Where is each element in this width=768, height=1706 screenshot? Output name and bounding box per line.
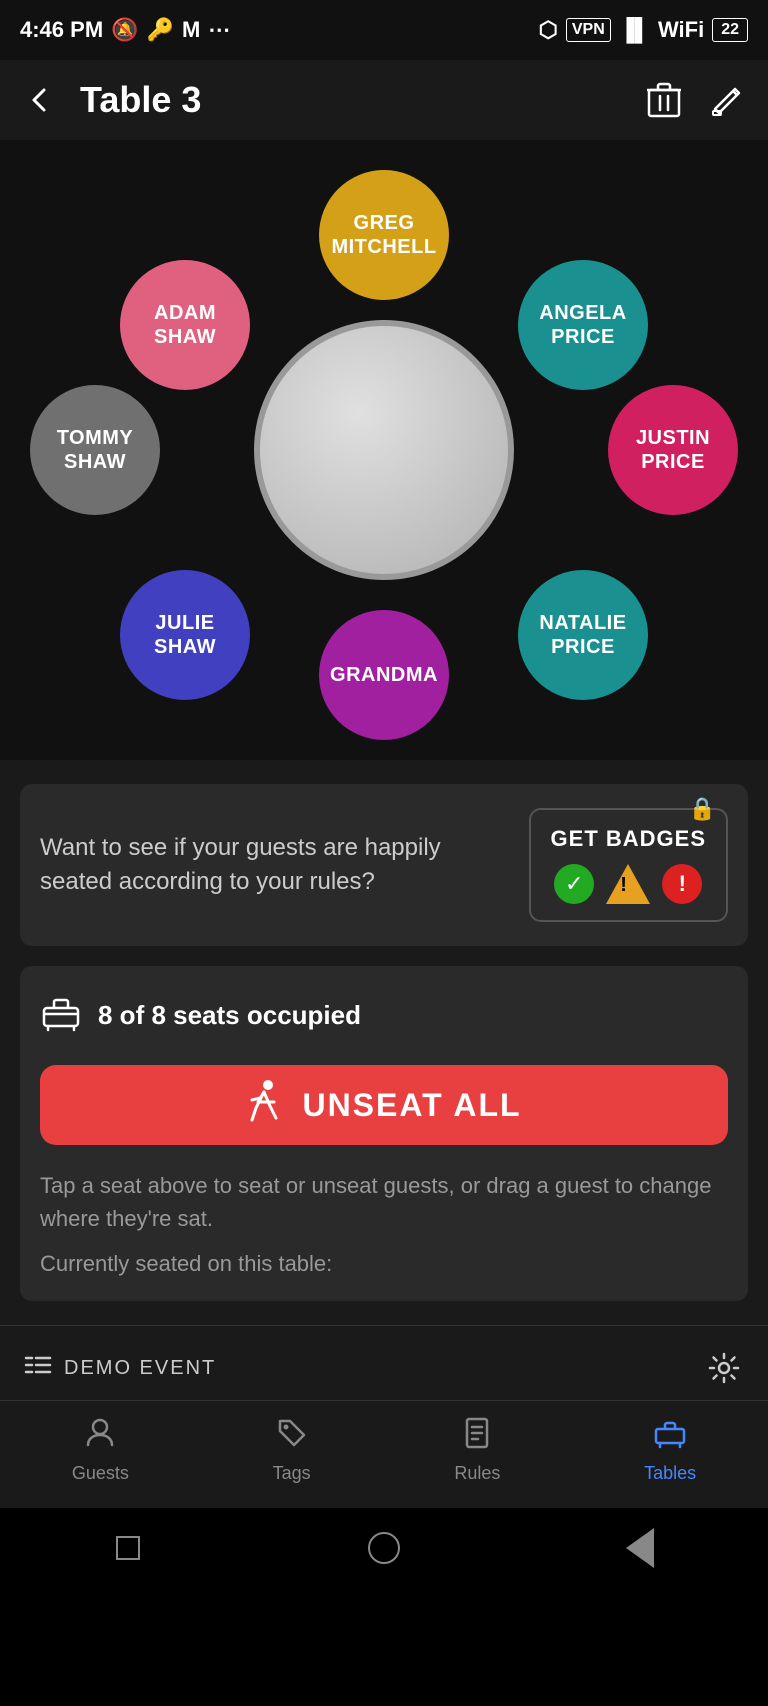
tab-rules-label: Rules xyxy=(454,1463,500,1484)
table-diagram: GREGMITCHELL ADAMSHAW ANGELAPRICE TOMMYS… xyxy=(0,140,768,760)
seat-angela-price[interactable]: ANGELAPRICE xyxy=(518,260,648,390)
warning-badge-container: ! xyxy=(606,864,650,904)
signal-icon: ▐▌ xyxy=(619,17,650,43)
unseat-all-button[interactable]: UNSEAT ALL xyxy=(40,1065,728,1145)
badges-card: Want to see if your guests are happily s… xyxy=(20,784,748,946)
header-icons xyxy=(644,80,748,120)
seat-grandma[interactable]: GRANDMA xyxy=(319,610,449,740)
walk-icon xyxy=(246,1080,282,1130)
tab-guests-label: Guests xyxy=(72,1463,129,1484)
tags-icon xyxy=(276,1417,308,1457)
back-nav-icon xyxy=(626,1528,654,1568)
event-name: DEMO EVENT xyxy=(24,1354,216,1382)
mute-icon: 🔕 xyxy=(111,17,138,43)
badges-icons: ✓ ! ! xyxy=(554,864,702,904)
tab-tables[interactable]: Tables xyxy=(624,1409,716,1492)
battery-icon: 22 xyxy=(712,18,748,42)
header: Table 3 xyxy=(0,60,768,140)
get-badges-button[interactable]: 🔒 GET BADGES ✓ ! ! xyxy=(529,808,728,922)
info-section: Want to see if your guests are happily s… xyxy=(0,760,768,1325)
vpn-badge: VPN xyxy=(566,18,611,42)
lock-icon: 🔒 xyxy=(689,796,716,822)
badges-button-label: GET BADGES xyxy=(551,826,706,852)
menu-icon: ⋯ xyxy=(208,17,230,43)
seat-greg-mitchell[interactable]: GREGMITCHELL xyxy=(319,170,449,300)
seat-natalie-price[interactable]: NATALIEPRICE xyxy=(518,570,648,700)
edit-button[interactable] xyxy=(708,80,748,120)
back-nav-button[interactable] xyxy=(615,1523,665,1573)
tab-tags[interactable]: Tags xyxy=(253,1409,331,1492)
seats-section: 8 of 8 seats occupied UNSEAT ALL Tap a s… xyxy=(20,966,748,1301)
delete-button[interactable] xyxy=(644,80,684,120)
seats-occupied-label: 8 of 8 seats occupied xyxy=(98,1000,361,1031)
event-name-label: DEMO EVENT xyxy=(64,1357,216,1380)
warning-badge: ! xyxy=(606,864,650,904)
tab-guests[interactable]: Guests xyxy=(52,1409,149,1492)
center-table xyxy=(254,320,514,580)
tab-tables-label: Tables xyxy=(644,1463,696,1484)
nav-tabs: Guests Tags Rules xyxy=(0,1401,768,1500)
guests-icon xyxy=(84,1417,116,1457)
hint-text: Tap a seat above to seat or unseat guest… xyxy=(40,1169,728,1235)
recents-icon xyxy=(116,1536,140,1560)
seat-justin-price[interactable]: JUSTINPRICE xyxy=(608,385,738,515)
list-icon xyxy=(24,1354,52,1382)
system-nav-bar xyxy=(0,1508,768,1588)
event-bar: DEMO EVENT xyxy=(0,1336,768,1401)
status-time: 4:46 PM xyxy=(20,17,103,43)
tab-tags-label: Tags xyxy=(273,1463,311,1484)
status-bar: 4:46 PM 🔕 🔑 M ⋯ ⬡ VPN ▐▌ WiFi 22 xyxy=(0,0,768,60)
seated-on-table-text: Currently seated on this table: xyxy=(40,1251,728,1277)
tab-rules[interactable]: Rules xyxy=(434,1409,520,1492)
settings-button[interactable] xyxy=(704,1348,744,1388)
seats-header: 8 of 8 seats occupied xyxy=(40,990,728,1041)
key-icon: 🔑 xyxy=(147,17,174,43)
home-icon xyxy=(368,1532,400,1564)
status-left: 4:46 PM 🔕 🔑 M ⋯ xyxy=(20,17,230,43)
wifi-icon: WiFi xyxy=(658,17,704,43)
bluetooth-icon: ⬡ xyxy=(539,17,558,43)
tables-icon xyxy=(654,1417,686,1457)
seat-julie-shaw[interactable]: JULIESHAW xyxy=(120,570,250,700)
back-button[interactable] xyxy=(20,80,60,120)
seat-adam-shaw[interactable]: ADAMSHAW xyxy=(120,260,250,390)
rules-icon xyxy=(461,1417,493,1457)
error-badge: ! xyxy=(662,864,702,904)
home-button[interactable] xyxy=(359,1523,409,1573)
page-title: Table 3 xyxy=(80,79,624,121)
status-right: ⬡ VPN ▐▌ WiFi 22 xyxy=(539,17,748,43)
recents-button[interactable] xyxy=(103,1523,153,1573)
check-badge: ✓ xyxy=(554,864,594,904)
mail-icon: M xyxy=(182,17,200,43)
table-seat-icon xyxy=(40,990,82,1041)
badges-description: Want to see if your guests are happily s… xyxy=(40,831,529,898)
seat-tommy-shaw[interactable]: TOMMYSHAW xyxy=(30,385,160,515)
warning-icon: ! xyxy=(620,874,627,897)
unseat-all-label: UNSEAT ALL xyxy=(302,1087,521,1124)
bottom-bar: DEMO EVENT Guests xyxy=(0,1325,768,1508)
